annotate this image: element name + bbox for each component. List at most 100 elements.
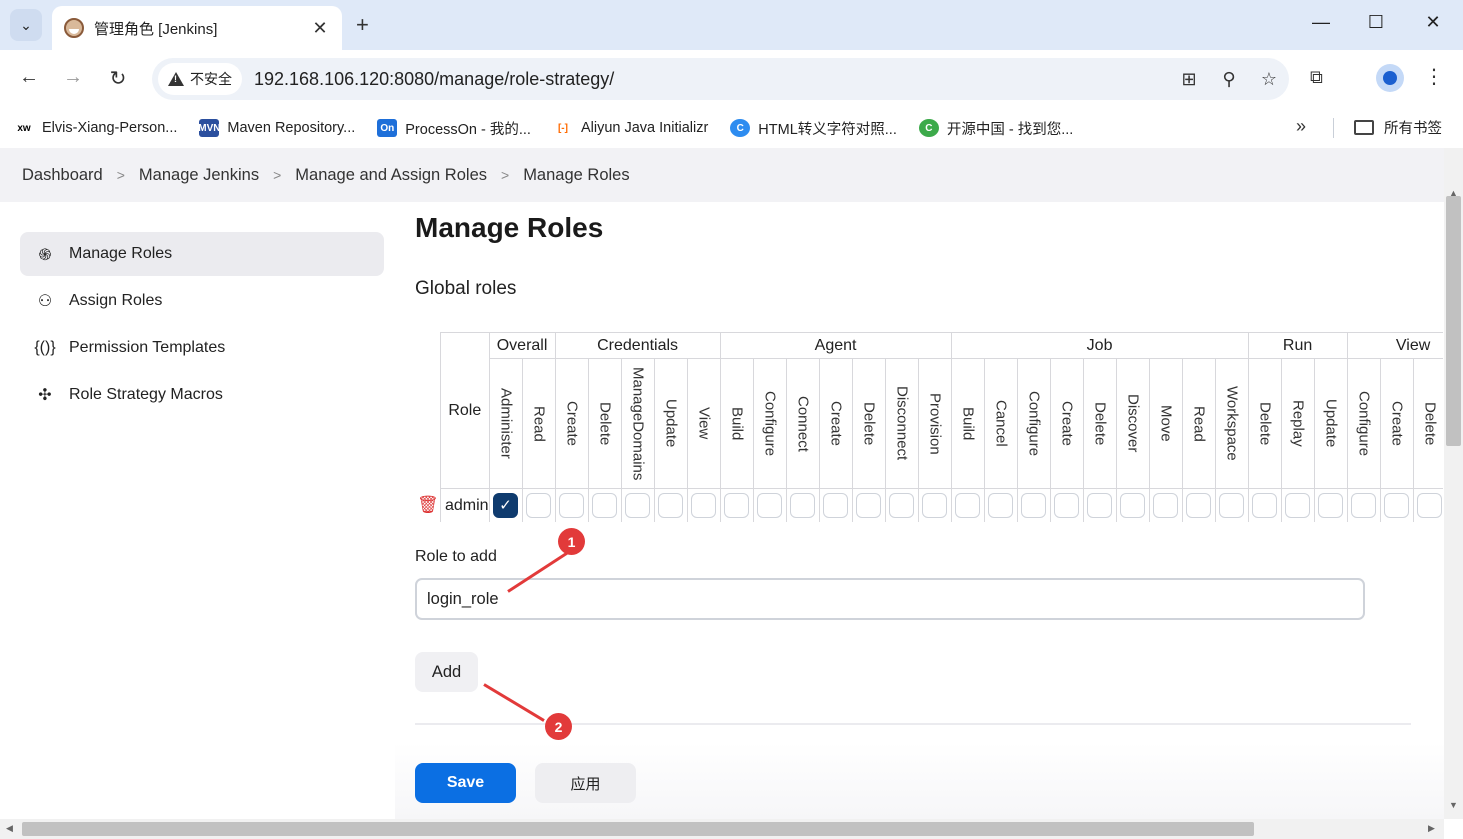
global-roles-table: Role Overall Credentials Agent Job Run View Adm… [440, 332, 1443, 522]
permission-checkbox[interactable] [889, 493, 915, 518]
bookmark-item[interactable]: MVN Maven Repository... [198, 119, 355, 137]
permission-cell [1280, 488, 1315, 522]
scroll-right-icon[interactable]: ▶ [1428, 823, 1435, 834]
permission-checkbox[interactable] [1417, 493, 1443, 518]
sidebar-item[interactable]: ✣ Role Strategy Macros [20, 373, 384, 417]
profile-avatar[interactable] [1376, 64, 1404, 92]
sidebar-item[interactable]: {()} Permission Templates [20, 326, 384, 370]
new-tab-button[interactable]: + [356, 12, 369, 38]
breadcrumb-chevron-icon: > [501, 167, 510, 183]
permission-label: Delete [1421, 401, 1439, 446]
permission-label: Update [662, 399, 680, 448]
address-bar[interactable]: 不安全 192.168.106.120:8080/manage/role-str… [152, 58, 1289, 100]
permission-checkbox[interactable]: ✓ [493, 493, 519, 518]
permission-checkbox[interactable] [526, 493, 552, 518]
permission-checkbox[interactable] [625, 493, 651, 518]
maximize-icon[interactable]: ☐ [1361, 12, 1391, 33]
permission-label: View [695, 407, 713, 440]
permission-cell [1148, 488, 1183, 522]
delete-role-icon[interactable]: 🗑 [417, 495, 439, 515]
scroll-down-icon[interactable]: ▼ [1449, 800, 1458, 810]
permission-label: Create [1388, 400, 1406, 447]
permission-label: Read [530, 405, 548, 442]
permission-cell [1412, 488, 1443, 522]
permission-checkbox[interactable] [823, 493, 849, 518]
permission-checkbox[interactable] [1285, 493, 1311, 518]
role-to-add-input[interactable] [415, 578, 1365, 620]
permission-checkbox[interactable] [1219, 493, 1245, 518]
permission-checkbox[interactable] [1351, 493, 1377, 518]
permission-checkbox[interactable] [922, 493, 948, 518]
permission-header: Move [1148, 358, 1183, 489]
permission-checkbox[interactable] [1318, 493, 1344, 518]
permission-checkbox[interactable] [658, 493, 684, 518]
permission-cell [950, 488, 985, 522]
bookmark-item[interactable]: On ProcessOn - 我的... [377, 118, 531, 139]
permission-label: Cancel [992, 400, 1010, 447]
reload-icon[interactable]: ↻ [105, 66, 131, 91]
bookmark-item[interactable]: [-] Aliyun Java Initializr [553, 119, 708, 137]
zoom-icon[interactable]: ⚲ [1209, 69, 1249, 90]
permission-checkbox[interactable] [1384, 493, 1410, 518]
permission-checkbox[interactable] [856, 493, 882, 518]
breadcrumb-item[interactable]: Dashboard [22, 166, 103, 185]
permission-checkbox[interactable] [592, 493, 618, 518]
permission-checkbox[interactable] [790, 493, 816, 518]
bookmark-star-icon[interactable]: ☆ [1249, 69, 1289, 90]
more-bookmarks-icon[interactable]: » [1296, 116, 1306, 137]
role-to-add-label: Role to add [415, 548, 497, 565]
permission-checkbox[interactable] [955, 493, 981, 518]
browser-menu-icon[interactable]: ⋮ [1424, 64, 1444, 89]
apply-button[interactable]: 应用 [535, 763, 636, 803]
extensions-icon[interactable]: ⧉ [1310, 67, 1323, 88]
permission-header: Disconnect [884, 358, 919, 489]
add-role-button[interactable]: Add [415, 652, 478, 692]
permission-cell [851, 488, 886, 522]
breadcrumb-item[interactable]: Manage Jenkins [139, 166, 259, 185]
table-row: admin ✓ [440, 488, 1443, 522]
permission-checkbox[interactable] [724, 493, 750, 518]
sidebar-item[interactable]: ֍ Manage Roles [20, 232, 384, 276]
vertical-scrollbar[interactable]: ▲ ▼ [1444, 148, 1463, 819]
permission-checkbox[interactable] [988, 493, 1014, 518]
security-chip[interactable]: 不安全 [158, 63, 242, 95]
permission-checkbox[interactable] [1120, 493, 1146, 518]
permission-checkbox[interactable] [691, 493, 717, 518]
horizontal-scrollbar[interactable]: ◀ ▶ [0, 819, 1444, 839]
permission-checkbox[interactable] [559, 493, 585, 518]
permission-cell: ✓ [488, 488, 523, 522]
tab-close-icon[interactable]: ✕ [310, 18, 330, 39]
translate-icon[interactable]: ⊞ [1169, 69, 1209, 90]
scroll-left-icon[interactable]: ◀ [6, 823, 13, 834]
security-label: 不安全 [190, 71, 232, 87]
breadcrumb-item[interactable]: Manage Roles [523, 166, 629, 185]
breadcrumb-item[interactable]: Manage and Assign Roles [295, 166, 487, 185]
bookmark-item[interactable]: C 开源中国 - 找到您... [918, 118, 1073, 139]
bookmark-item[interactable]: xw Elvis-Xiang-Person... [14, 119, 177, 137]
vertical-scroll-thumb[interactable] [1446, 196, 1461, 446]
permission-checkbox[interactable] [1153, 493, 1179, 518]
permission-cell [917, 488, 952, 522]
permission-checkbox[interactable] [1186, 493, 1212, 518]
permission-checkbox[interactable] [757, 493, 783, 518]
permission-label: Create [563, 400, 581, 447]
tab-search-chevron-icon[interactable]: ⌄ [10, 9, 42, 41]
horizontal-scroll-thumb[interactable] [22, 822, 1254, 836]
permission-checkbox[interactable] [1054, 493, 1080, 518]
save-button[interactable]: Save [415, 763, 516, 803]
window-close-icon[interactable]: ✕ [1418, 12, 1448, 33]
bookmark-item[interactable]: C HTML转义字符对照... [730, 118, 897, 139]
permission-label: Configure [1025, 390, 1043, 457]
permission-label: Delete [1091, 401, 1109, 446]
permission-checkbox[interactable] [1252, 493, 1278, 518]
forward-icon[interactable]: → [60, 66, 86, 89]
permission-header: Read [521, 358, 556, 489]
url-text[interactable]: 192.168.106.120:8080/manage/role-strateg… [254, 69, 1169, 90]
permission-checkbox[interactable] [1021, 493, 1047, 518]
all-bookmarks-folder[interactable]: 所有书签 [1354, 117, 1442, 138]
back-icon[interactable]: ← [16, 66, 42, 89]
permission-checkbox[interactable] [1087, 493, 1113, 518]
sidebar-item[interactable]: ⚇ Assign Roles [20, 279, 384, 323]
browser-tab[interactable]: 管理角色 [Jenkins] ✕ [52, 6, 342, 50]
minimize-icon[interactable]: — [1306, 12, 1336, 33]
